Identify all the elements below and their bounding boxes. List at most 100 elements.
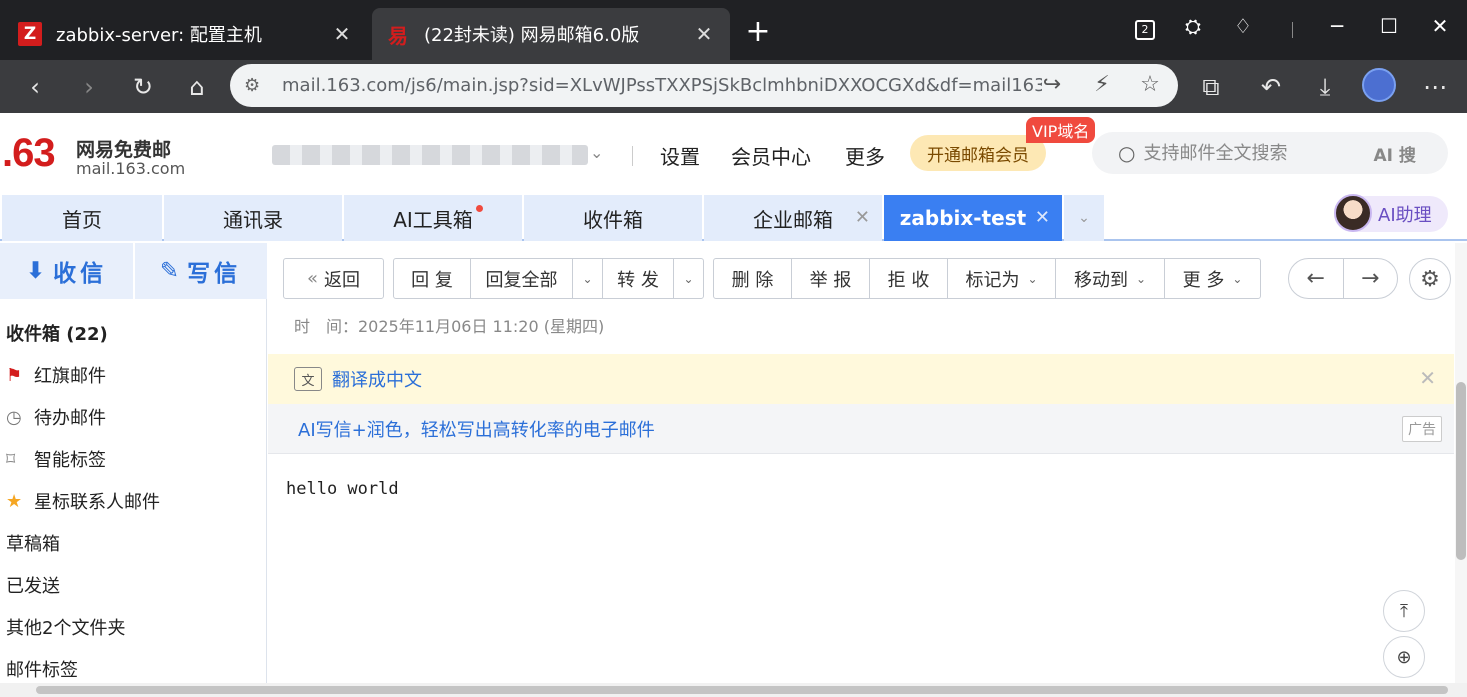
- mail-search[interactable]: ○ AI 搜: [1092, 132, 1448, 174]
- more-link[interactable]: 更多: [845, 141, 885, 170]
- mail-sidebar: ⬇ 收信 ✎ 写信 收件箱 (22) ⚑ 红旗邮件 ◷ 待办邮件 ⌑ 智能标签 ★ 星标联系…: [0, 243, 267, 697]
- minimize-button[interactable]: ─: [1320, 14, 1354, 38]
- tab-label: AI工具箱: [393, 207, 473, 232]
- ad-tag: 广告: [1402, 416, 1442, 442]
- reject-button[interactable]: 拒 收: [869, 258, 948, 299]
- zabbix-favicon-icon: Z: [18, 22, 42, 46]
- star-icon[interactable]: ☆: [1136, 72, 1164, 97]
- download-icon[interactable]: ⤓: [1308, 70, 1342, 104]
- gear-icon[interactable]: ⚙: [1409, 258, 1451, 300]
- receive-label: 收信: [53, 261, 108, 287]
- reply-dropdown-chevron-icon[interactable]: ⌄: [572, 258, 603, 299]
- sidebar-item-smart-tags[interactable]: ⌑ 智能标签: [6, 444, 106, 474]
- back-button[interactable]: « 返回: [283, 258, 384, 299]
- message-body: hello world: [286, 479, 399, 499]
- sidebar-item-inbox[interactable]: 收件箱 (22): [6, 318, 108, 348]
- extensions-icon[interactable]: ⧉: [1194, 70, 1228, 104]
- compose-label: 写信: [187, 261, 242, 287]
- mark-as-dropdown[interactable]: 标记为 ⌄: [947, 258, 1056, 299]
- translate-link[interactable]: 翻译成中文: [332, 366, 422, 392]
- member-center-link[interactable]: 会员中心: [731, 141, 811, 170]
- close-icon[interactable]: ✕: [692, 22, 716, 46]
- tab-overflow-chevron-icon[interactable]: ⌄: [1064, 195, 1104, 241]
- browser-tab-zabbix[interactable]: Z zabbix-server: 配置主机 ✕: [4, 8, 368, 60]
- ai-assistant-avatar: [1334, 194, 1372, 232]
- account-name-blurred[interactable]: [272, 145, 588, 165]
- ai-assistant-button[interactable]: AI助理: [1334, 194, 1448, 232]
- sidebar-item-label: 收件箱 (22): [6, 324, 108, 345]
- tab-label: zabbix-test: [899, 206, 1027, 230]
- back-arrow-icon[interactable]: ‹: [18, 70, 52, 104]
- settings-link[interactable]: 设置: [660, 141, 700, 170]
- sidebar-item-mail-tags[interactable]: 邮件标签: [6, 654, 78, 684]
- more-dropdown[interactable]: 更 多 ⌄: [1164, 258, 1261, 299]
- home-icon[interactable]: ⌂: [180, 70, 214, 104]
- tab-label: 收件箱: [583, 207, 643, 232]
- chevron-down-icon: ⌄: [1232, 271, 1243, 286]
- sidebar-item-red-flag[interactable]: ⚑ 红旗邮件: [6, 360, 106, 390]
- site-info-icon[interactable]: ⚙: [244, 75, 274, 96]
- search-input[interactable]: [1143, 142, 1374, 164]
- new-tab-button[interactable]: +: [742, 14, 774, 49]
- netease-favicon-icon: 易: [388, 23, 408, 48]
- reply-all-button[interactable]: 回复全部: [470, 258, 573, 299]
- chevron-down-icon[interactable]: ⌄: [590, 143, 603, 162]
- reload-icon[interactable]: ↻: [126, 70, 160, 104]
- previous-message-arrow-icon[interactable]: ←: [1289, 259, 1343, 298]
- close-icon[interactable]: ✕: [1035, 207, 1050, 228]
- compose-button[interactable]: ✎ 写信: [133, 243, 266, 299]
- chevron-down-icon: ⌄: [1135, 271, 1147, 286]
- lightning-icon[interactable]: ⚡: [1088, 72, 1116, 97]
- close-icon[interactable]: ✕: [855, 207, 870, 228]
- scroll-to-top-icon[interactable]: ⤒: [1383, 590, 1425, 632]
- browser-tab-mail[interactable]: 易 (22封未读) 网易邮箱6.0版 ✕: [372, 8, 730, 60]
- undo-icon[interactable]: ↶: [1254, 70, 1288, 104]
- browser-toolbar: ‹ › ↻ ⌂ ⚙ mail.163.com/js6/main.jsp?sid=…: [0, 60, 1467, 113]
- browser-tab-title: (22封未读) 网易邮箱6.0版: [424, 25, 640, 46]
- incognito-icon[interactable]: ⛭: [1176, 14, 1210, 38]
- tab-home[interactable]: 首页: [2, 195, 162, 241]
- more-menu-icon[interactable]: ⋯: [1418, 70, 1452, 104]
- vertical-scrollbar-thumb[interactable]: [1456, 382, 1466, 560]
- share-icon[interactable]: ↪: [1038, 72, 1066, 97]
- tab-zabbix-test[interactable]: zabbix-test ✕: [884, 195, 1062, 241]
- address-bar[interactable]: ⚙ mail.163.com/js6/main.jsp?sid=XLvWJPss…: [230, 64, 1178, 107]
- shirt-icon[interactable]: ♢: [1226, 14, 1260, 38]
- bookmark-icon: ⌑: [6, 448, 16, 470]
- forward-arrow-icon[interactable]: ›: [72, 70, 106, 104]
- tab-count-icon[interactable]: 2: [1128, 14, 1162, 40]
- delete-button[interactable]: 删 除: [713, 258, 792, 299]
- tab-contacts[interactable]: 通讯录: [164, 195, 342, 241]
- sidebar-item-starred-contacts[interactable]: ★ 星标联系人邮件: [6, 486, 160, 516]
- tab-ai-toolbox[interactable]: AI工具箱: [344, 195, 522, 241]
- receive-mail-button[interactable]: ⬇ 收信: [0, 243, 133, 299]
- next-message-arrow-icon[interactable]: →: [1342, 259, 1398, 298]
- maximize-button[interactable]: ☐: [1372, 14, 1406, 38]
- reply-button[interactable]: 回 复: [393, 258, 471, 299]
- profile-avatar[interactable]: [1362, 68, 1396, 102]
- window-close-button[interactable]: ✕: [1423, 14, 1457, 38]
- tab-enterprise-mail[interactable]: 企业邮箱 ✕: [704, 195, 882, 241]
- report-button[interactable]: 举 报: [791, 258, 870, 299]
- ad-link[interactable]: AI写信+润色，轻松写出高转化率的电子邮件: [298, 416, 655, 442]
- sidebar-item-sent[interactable]: 已发送: [6, 570, 60, 600]
- vip-domain-badge[interactable]: VIP域名: [1026, 117, 1096, 143]
- horizontal-scrollbar-thumb[interactable]: [36, 686, 1448, 694]
- mail-tab-bar: 首页 通讯录 AI工具箱 收件箱 企业邮箱 ✕ zabbix-test ✕ ⌄ AI…: [0, 193, 1467, 241]
- sidebar-actions: ⬇ 收信 ✎ 写信: [0, 243, 267, 299]
- sidebar-item-todo[interactable]: ◷ 待办邮件: [6, 402, 106, 432]
- move-to-dropdown[interactable]: 移动到 ⌄: [1055, 258, 1165, 299]
- forward-dropdown-chevron-icon[interactable]: ⌄: [673, 258, 704, 299]
- zoom-icon[interactable]: ⊕: [1383, 636, 1425, 678]
- sidebar-item-other-folders[interactable]: 其他2个文件夹: [6, 612, 125, 642]
- ai-search-button[interactable]: AI 搜: [1373, 141, 1415, 166]
- browser-tab-title: zabbix-server: 配置主机: [56, 25, 262, 46]
- forward-button[interactable]: 转 发: [602, 258, 674, 299]
- tab-inbox[interactable]: 收件箱: [524, 195, 702, 241]
- ad-bar: AI写信+润色，轻松写出高转化率的电子邮件 广告: [268, 404, 1454, 454]
- close-icon[interactable]: ✕: [1419, 366, 1436, 390]
- sidebar-item-label: 已发送: [6, 576, 60, 597]
- close-icon[interactable]: ✕: [330, 22, 354, 46]
- tab-label: 企业邮箱: [753, 207, 833, 232]
- sidebar-item-drafts[interactable]: 草稿箱: [6, 528, 60, 558]
